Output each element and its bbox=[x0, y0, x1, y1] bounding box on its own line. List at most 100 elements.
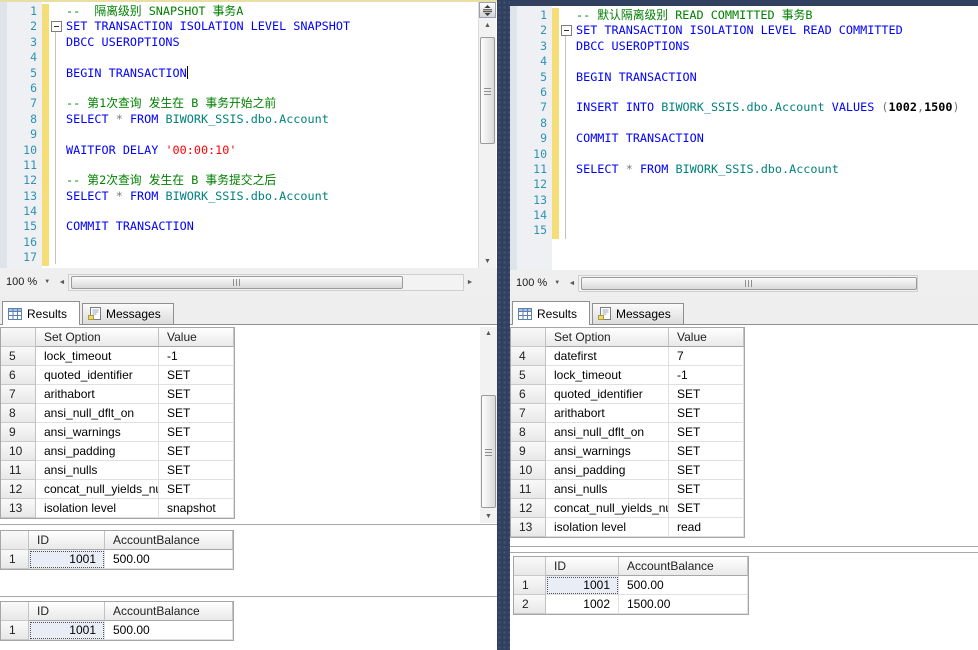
corner-cell[interactable] bbox=[1, 328, 36, 347]
grid-cell[interactable]: 1001 bbox=[546, 576, 619, 595]
scroll-left-icon[interactable]: ◄ bbox=[566, 280, 578, 287]
grid-cell[interactable]: ansi_nulls bbox=[36, 461, 159, 480]
grid-cell[interactable]: SET bbox=[159, 366, 234, 385]
code-area[interactable]: -- 默认隔离级别 READ COMMITTED 事务BSET TRANSACT… bbox=[576, 8, 958, 239]
grid-cell[interactable]: SET bbox=[159, 404, 234, 423]
grid-cell[interactable]: SET bbox=[159, 442, 234, 461]
row-header[interactable]: 8 bbox=[1, 404, 36, 423]
grid-cell[interactable]: arithabort bbox=[36, 385, 159, 404]
scroll-right-icon[interactable]: ► bbox=[464, 279, 476, 286]
zoom-select[interactable]: 100 % ▼ bbox=[0, 276, 56, 288]
grid-cell[interactable]: SET bbox=[159, 480, 234, 499]
row-header[interactable]: 8 bbox=[511, 423, 546, 442]
grid-cell[interactable]: isolation level bbox=[546, 518, 669, 537]
grid-cell[interactable]: SET bbox=[669, 423, 744, 442]
row-header[interactable]: 7 bbox=[1, 385, 36, 404]
grid-cell[interactable]: ansi_warnings bbox=[36, 423, 159, 442]
grid-cell[interactable]: SET bbox=[159, 385, 234, 404]
tab-messages[interactable]: Messages bbox=[592, 303, 684, 324]
sql-editor-b[interactable]: 123456789101112131415 -- 默认隔离级别 READ COM… bbox=[510, 6, 978, 270]
grid-cell[interactable]: SET bbox=[669, 499, 744, 518]
column-header[interactable]: Set Option bbox=[36, 328, 159, 347]
scroll-down-icon[interactable]: ▼ bbox=[479, 255, 496, 268]
grid-cell[interactable]: ansi_padding bbox=[546, 461, 669, 480]
grid-cell[interactable]: quoted_identifier bbox=[36, 366, 159, 385]
result-splitter[interactable] bbox=[510, 552, 978, 553]
grid-cell[interactable]: 1500.00 bbox=[619, 595, 748, 614]
grid-cell[interactable]: 1002 bbox=[546, 595, 619, 614]
grid-cell[interactable]: 500.00 bbox=[105, 550, 233, 569]
row-header[interactable]: 10 bbox=[1, 442, 36, 461]
window-divider[interactable] bbox=[497, 0, 510, 650]
scroll-down-icon[interactable]: ▼ bbox=[480, 510, 497, 523]
row-header[interactable]: 1 bbox=[514, 576, 546, 595]
editor-vertical-scrollbar[interactable]: ▲ ▼ bbox=[478, 2, 496, 268]
row-header[interactable]: 2 bbox=[514, 595, 546, 614]
row-header[interactable]: 7 bbox=[511, 404, 546, 423]
column-header[interactable]: Set Option bbox=[546, 328, 669, 347]
grid-cell[interactable]: quoted_identifier bbox=[546, 385, 669, 404]
sql-editor-a[interactable]: 1234567891011121314151617 -- 隔离级别 SNAPSH… bbox=[0, 2, 497, 268]
scroll-up-icon[interactable]: ▲ bbox=[480, 327, 497, 340]
fold-collapse-icon[interactable] bbox=[51, 21, 62, 32]
scrollbar-thumb[interactable] bbox=[481, 395, 496, 508]
grid-cell[interactable]: SET bbox=[159, 461, 234, 480]
corner-cell[interactable] bbox=[514, 557, 546, 576]
column-header[interactable]: ID bbox=[29, 531, 105, 550]
grid-cell[interactable]: SET bbox=[669, 480, 744, 499]
scroll-up-icon[interactable]: ▲ bbox=[479, 19, 496, 32]
grid-cell[interactable]: SET bbox=[159, 423, 234, 442]
tab-results[interactable]: Results bbox=[2, 301, 80, 325]
grid-cell[interactable]: ansi_nulls bbox=[546, 480, 669, 499]
row-header[interactable]: 11 bbox=[1, 461, 36, 480]
grid-cell[interactable]: SET bbox=[669, 404, 744, 423]
column-header[interactable]: Value bbox=[159, 328, 234, 347]
code-area[interactable]: -- 隔离级别 SNAPSHOT 事务ASET TRANSACTION ISOL… bbox=[66, 4, 477, 266]
result-splitter[interactable] bbox=[0, 596, 497, 597]
results-vertical-scrollbar[interactable]: ▲ ▼ bbox=[480, 327, 497, 523]
grid-cell[interactable]: concat_null_yields_null bbox=[546, 499, 669, 518]
splitter-handle-icon[interactable] bbox=[479, 2, 496, 18]
scrollbar-track[interactable] bbox=[479, 32, 496, 255]
grid-cell[interactable]: lock_timeout bbox=[546, 366, 669, 385]
tab-results[interactable]: Results bbox=[512, 301, 590, 325]
grid-cell[interactable]: -1 bbox=[669, 366, 744, 385]
horizontal-scrollbar[interactable] bbox=[578, 275, 918, 292]
grid-cell[interactable]: -1 bbox=[159, 347, 234, 366]
scrollbar-thumb[interactable] bbox=[71, 276, 403, 289]
grid-cell[interactable]: ansi_padding bbox=[36, 442, 159, 461]
grid-cell[interactable]: concat_null_yields_null bbox=[36, 480, 159, 499]
row-header[interactable]: 1 bbox=[1, 621, 29, 640]
grid-cell[interactable]: SET bbox=[669, 442, 744, 461]
horizontal-scrollbar[interactable] bbox=[68, 274, 464, 291]
grid-cell[interactable]: snapshot bbox=[159, 499, 234, 518]
fold-collapse-icon[interactable] bbox=[561, 25, 572, 36]
column-header[interactable]: AccountBalance bbox=[105, 531, 233, 550]
corner-cell[interactable] bbox=[1, 531, 29, 550]
grid-cell[interactable]: isolation level bbox=[36, 499, 159, 518]
grid-cell[interactable]: 7 bbox=[669, 347, 744, 366]
grid-cell[interactable]: ansi_warnings bbox=[546, 442, 669, 461]
column-header[interactable]: AccountBalance bbox=[619, 557, 748, 576]
grid-cell[interactable]: 500.00 bbox=[105, 621, 233, 640]
grid-cell[interactable]: arithabort bbox=[546, 404, 669, 423]
scrollbar-thumb[interactable] bbox=[480, 37, 495, 144]
row-header[interactable]: 6 bbox=[1, 366, 36, 385]
row-header[interactable]: 5 bbox=[511, 366, 546, 385]
result-splitter[interactable] bbox=[510, 546, 978, 547]
grid-cell[interactable]: lock_timeout bbox=[36, 347, 159, 366]
column-header[interactable]: ID bbox=[546, 557, 619, 576]
row-header[interactable]: 13 bbox=[511, 518, 546, 537]
row-header[interactable]: 13 bbox=[1, 499, 36, 518]
row-header[interactable]: 11 bbox=[511, 480, 546, 499]
grid-cell[interactable]: ansi_null_dflt_on bbox=[546, 423, 669, 442]
result-splitter[interactable] bbox=[0, 524, 497, 525]
column-header[interactable]: ID bbox=[29, 602, 105, 621]
column-header[interactable]: Value bbox=[669, 328, 744, 347]
grid-cell[interactable]: 1001 bbox=[29, 550, 105, 569]
corner-cell[interactable] bbox=[511, 328, 546, 347]
row-header[interactable]: 9 bbox=[1, 423, 36, 442]
grid-cell[interactable]: SET bbox=[669, 461, 744, 480]
row-header[interactable]: 10 bbox=[511, 461, 546, 480]
grid-cell[interactable]: datefirst bbox=[546, 347, 669, 366]
